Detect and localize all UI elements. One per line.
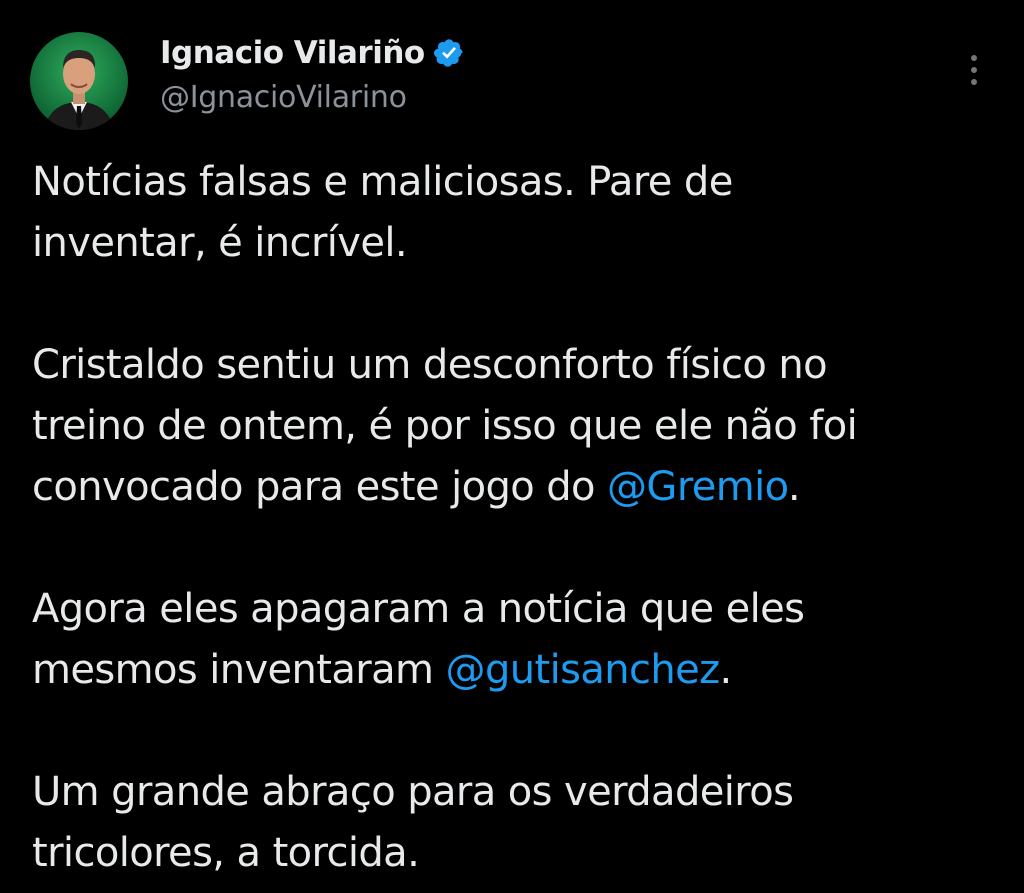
more-vertical-icon: [971, 55, 977, 61]
tweet-line-text: treino de ontem, é por isso que ele não …: [32, 403, 858, 449]
tweet-line-text: convocado para este jogo do: [32, 464, 608, 510]
tweet-line-text: tricolores, a torcida.: [32, 830, 420, 876]
tweet-line: Cristaldo sentiu um desconforto físico n…: [32, 335, 992, 396]
tweet-line: tricolores, a torcida.: [32, 823, 992, 884]
tweet-paragraph: Notícias falsas e maliciosas. Pare de inv…: [32, 152, 992, 274]
author-info[interactable]: Ignacio Vilariño @IgnacioVilarino: [160, 30, 465, 115]
name-row: Ignacio Vilariño: [160, 30, 465, 76]
more-options-button[interactable]: [956, 48, 992, 92]
tweet-line-text: Cristaldo sentiu um desconforto físico n…: [32, 342, 828, 388]
avatar[interactable]: [30, 32, 128, 130]
tweet-text: Notícias falsas e maliciosas. Pare de inv…: [32, 152, 992, 884]
tweet-line-text: Notícias falsas e maliciosas. Pare de: [32, 159, 733, 205]
more-vertical-icon-dot: [971, 79, 977, 85]
handle[interactable]: @IgnacioVilarino: [160, 80, 465, 115]
tweet-paragraph: Um grande abraço para os verdadeiros tric…: [32, 762, 992, 884]
tweet-line: Um grande abraço para os verdadeiros: [32, 762, 992, 823]
tweet-line-text: mesmos inventaram: [32, 647, 446, 693]
tweet-line-text: inventar, é incrível.: [32, 220, 408, 266]
tweet-line-punctuation: .: [787, 464, 801, 510]
avatar-photo: [30, 32, 128, 130]
display-name[interactable]: Ignacio Vilariño: [160, 35, 425, 71]
tweet-line: Agora eles apagaram a notícia que eles: [32, 579, 992, 640]
tweet-line: convocado para este jogo do @Gremio.: [32, 457, 992, 518]
tweet-line: Notícias falsas e maliciosas. Pare de: [32, 152, 992, 213]
more-vertical-icon-dot: [971, 67, 977, 73]
tweet-line: mesmos inventaram @gutisanchez.: [32, 640, 992, 701]
tweet-line-text: Um grande abraço para os verdadeiros: [32, 769, 794, 815]
tweet-line: inventar, é incrível.: [32, 213, 992, 274]
tweet-line-text: Agora eles apagaram a notícia que eles: [32, 586, 805, 632]
tweet-line-punctuation: .: [719, 647, 733, 693]
tweet-paragraph: Cristaldo sentiu um desconforto físico n…: [32, 335, 992, 518]
tweet-line: treino de ontem, é por isso que ele não …: [32, 396, 992, 457]
tweet: Ignacio Vilariño @IgnacioVilarino Notíci…: [0, 0, 1024, 893]
verified-badge-icon: [433, 37, 465, 69]
mention-link[interactable]: @Gremio: [607, 464, 788, 510]
mention-link[interactable]: @gutisanchez: [446, 647, 721, 693]
tweet-paragraph: Agora eles apagaram a notícia que eles me…: [32, 579, 992, 701]
